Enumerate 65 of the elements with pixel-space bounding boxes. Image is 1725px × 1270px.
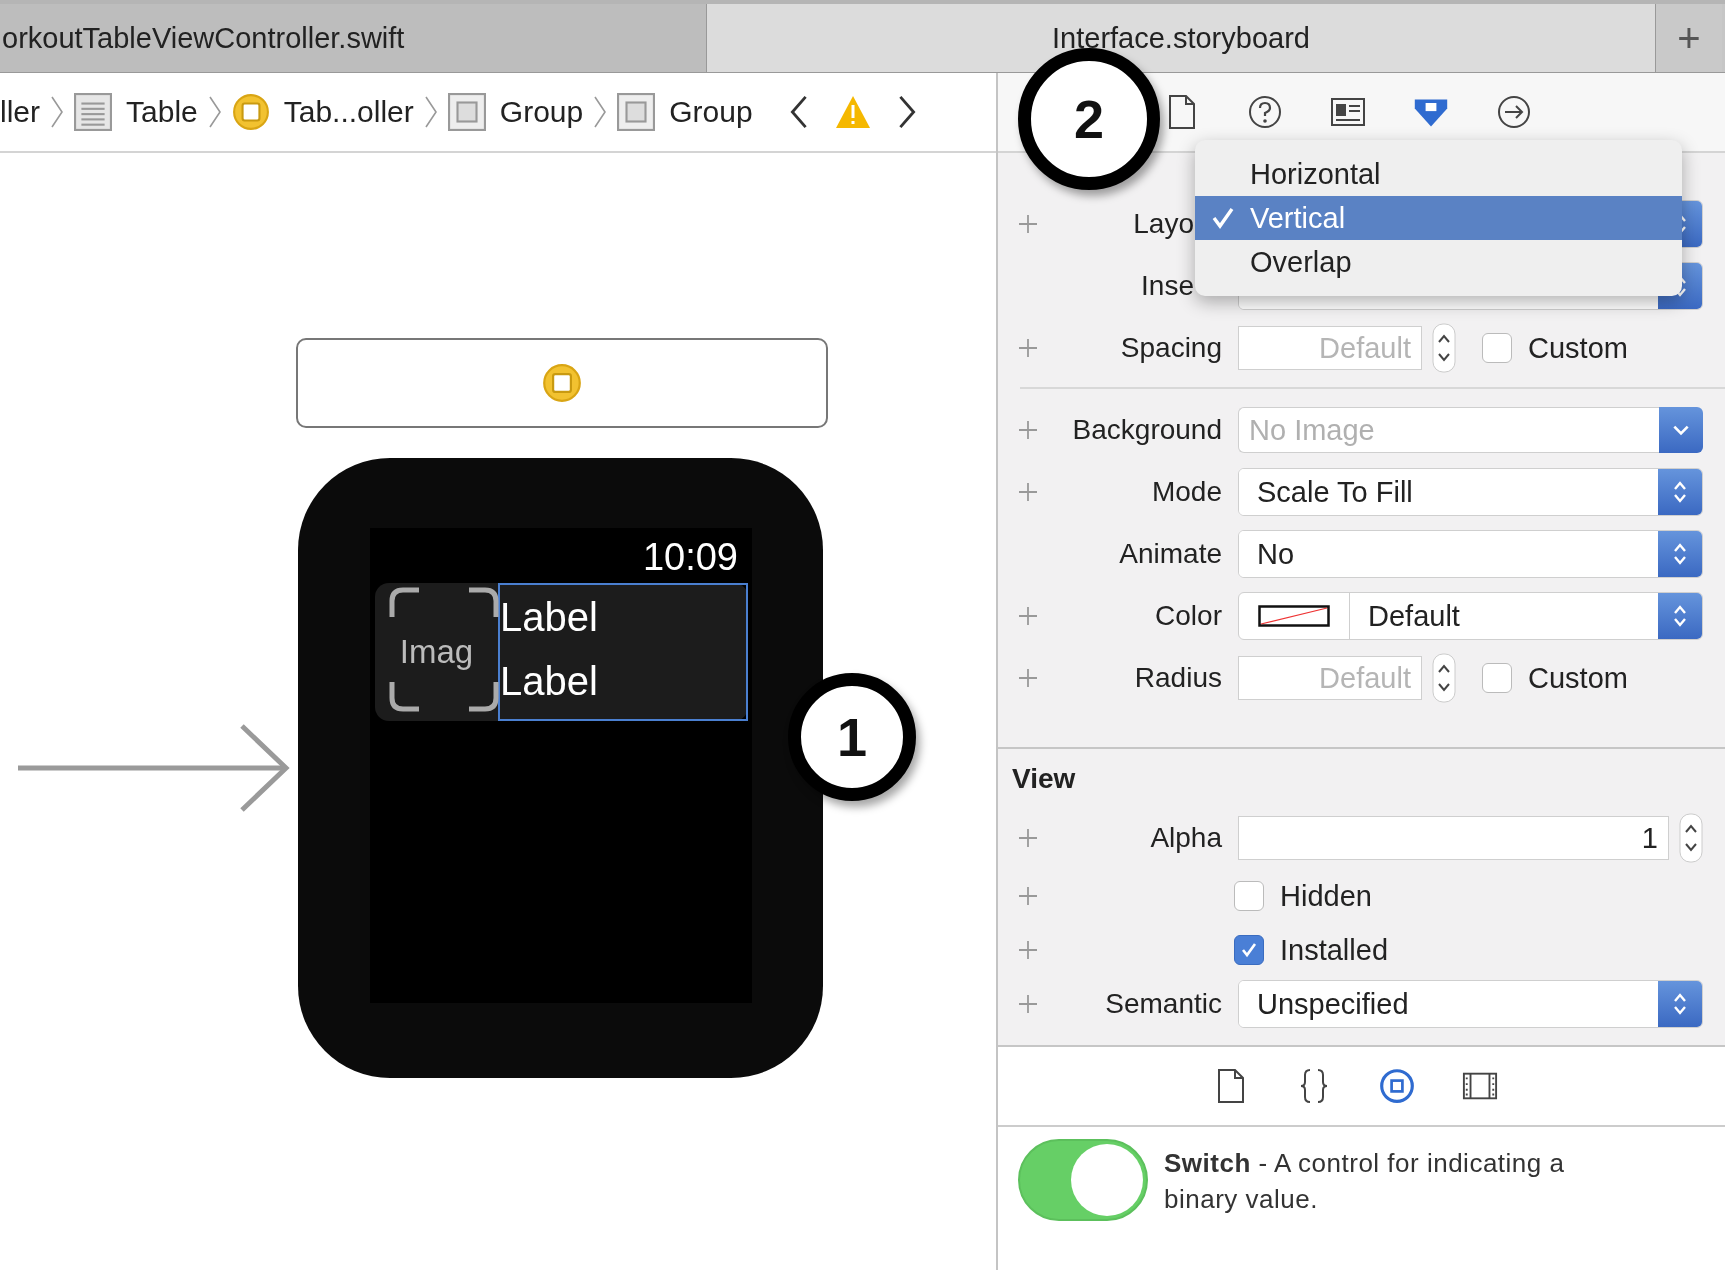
- image-field[interactable]: No Image: [1238, 407, 1659, 453]
- connections-inspector-tab[interactable]: [1496, 94, 1532, 130]
- group-icon: [447, 93, 486, 131]
- group-icon: [617, 93, 656, 131]
- menu-item[interactable]: Vertical: [1195, 196, 1682, 240]
- menu-item[interactable]: Horizontal: [1195, 152, 1682, 196]
- checkbox-label: Custom: [1528, 331, 1628, 365]
- breadcrumb-item[interactable]: Group: [617, 93, 753, 131]
- breadcrumb-item[interactable]: Table: [74, 93, 198, 131]
- menu-item[interactable]: Overlap: [1195, 240, 1682, 284]
- checkbox-label: Custom: [1528, 661, 1628, 695]
- editor-tab[interactable]: Interface.storyboard: [707, 4, 1656, 72]
- image-placeholder-label: Imag: [399, 633, 474, 671]
- stepper[interactable]: [1679, 813, 1703, 863]
- number-field[interactable]: 1: [1238, 816, 1669, 860]
- field-label: Animate: [1119, 538, 1222, 570]
- library-item-description: Switch - A control for indicating a binary value.: [1164, 1147, 1566, 1216]
- popup-button[interactable]: Scale To Fill: [1238, 468, 1703, 516]
- selection-box[interactable]: Label Label: [498, 583, 748, 721]
- label-text: Label: [500, 661, 599, 701]
- section-title: View: [1011, 763, 1077, 795]
- controller-icon: [231, 93, 270, 131]
- image-frame-icon: [389, 587, 499, 712]
- field-label: Spacing: [1120, 332, 1222, 364]
- separator-icon: [423, 95, 438, 129]
- check-icon: [1210, 206, 1235, 230]
- checkbox[interactable]: [1234, 935, 1264, 965]
- editor-tab[interactable]: orkoutTableViewController.swift: [0, 4, 707, 72]
- back-icon[interactable]: [788, 95, 809, 129]
- color-swatch-icon: [1258, 605, 1330, 627]
- color-popup-button[interactable]: Default: [1238, 592, 1703, 640]
- table-row[interactable]: Imag Label Label: [375, 583, 748, 721]
- field-label: Radius: [1134, 662, 1222, 694]
- field-label: Semantic: [1105, 988, 1222, 1020]
- field-label: Color: [1155, 600, 1222, 632]
- label-text: Label: [500, 597, 599, 637]
- breadcrumb-item[interactable]: ller: [0, 95, 40, 129]
- field-label: Background: [1072, 414, 1222, 446]
- checkbox[interactable]: [1482, 663, 1512, 693]
- separator-icon: [50, 95, 64, 129]
- separator-icon: [593, 95, 608, 129]
- checkbox-label: Hidden: [1280, 879, 1372, 913]
- number-field[interactable]: Default: [1238, 656, 1422, 700]
- table-icon: [74, 93, 112, 131]
- field-label: Inse: [1141, 270, 1194, 302]
- popup-button[interactable]: No: [1238, 530, 1703, 578]
- checkbox[interactable]: [1482, 333, 1512, 363]
- breadcrumb-item[interactable]: Tab...oller: [231, 93, 414, 131]
- field-label: Alpha: [1150, 822, 1222, 854]
- field-label: Mode: [1151, 476, 1222, 508]
- time-label: 10:09: [642, 536, 738, 580]
- dropdown-button[interactable]: [1659, 407, 1703, 453]
- number-field[interactable]: Default: [1238, 326, 1422, 370]
- breadcrumb-item[interactable]: Group: [447, 93, 584, 131]
- help-inspector-tab[interactable]: [1247, 94, 1283, 130]
- checkbox-label: Installed: [1280, 933, 1388, 967]
- checkbox[interactable]: [1234, 881, 1264, 911]
- object-library-tab[interactable]: [1379, 1068, 1415, 1104]
- step-callout: 1: [788, 673, 916, 801]
- stepper[interactable]: [1432, 323, 1456, 373]
- popup-button[interactable]: Unspecified: [1238, 980, 1703, 1028]
- controller-icon: [542, 363, 582, 403]
- field-label: Layo: [1133, 208, 1194, 240]
- stepper[interactable]: [1432, 653, 1456, 703]
- separator-icon: [207, 95, 222, 129]
